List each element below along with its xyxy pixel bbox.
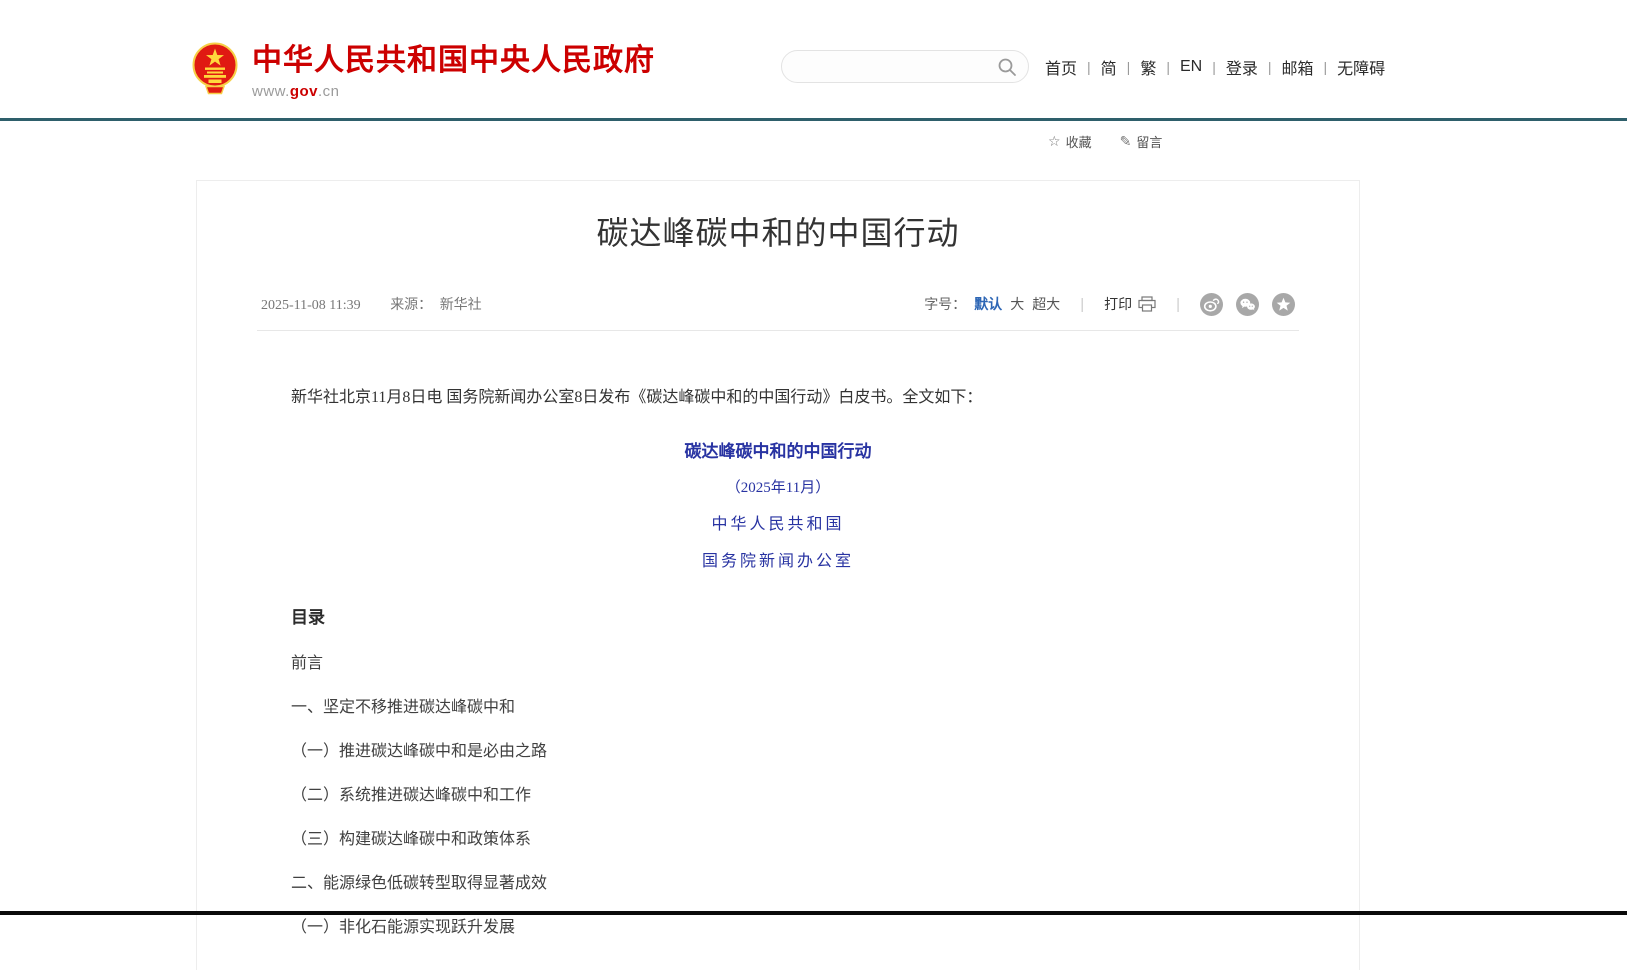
nav-separator: |: [1127, 59, 1131, 75]
toc-item-section2: 二、能源绿色低碳转型取得显著成效: [291, 875, 1265, 892]
page-title: 碳达峰碳中和的中国行动: [237, 213, 1319, 253]
header-divider-line: [0, 118, 1627, 121]
site-title: 中华人民共和国中央人民政府: [252, 44, 655, 78]
document-title: 碳达峰碳中和的中国行动: [291, 437, 1265, 462]
search-button[interactable]: [996, 56, 1018, 78]
nav-accessibility[interactable]: 无障碍: [1337, 55, 1385, 79]
toc-item-section1-3: （三）构建碳达峰碳中和政策体系: [291, 831, 1265, 848]
font-size-large-button[interactable]: 大: [1010, 294, 1024, 314]
comment-action[interactable]: ✎ 留言: [1120, 132, 1163, 151]
article-meta-left: 2025-11-08 11:39 来源： 新华社: [261, 294, 482, 314]
lead-paragraph: 新华社北京11月8日电 国务院新闻办公室8日发布《碳达峰碳中和的中国行动》白皮书…: [291, 387, 1265, 409]
document-heading-block: 碳达峰碳中和的中国行动 （2025年11月） 中华人民共和国 国务院新闻办公室: [291, 437, 1265, 571]
toc-item-preface: 前言: [291, 655, 1265, 672]
share-icons: [1200, 293, 1295, 316]
nav-english[interactable]: EN: [1180, 58, 1202, 76]
print-label: 打印: [1104, 294, 1132, 314]
viewport-bottom-edge: [0, 911, 1627, 915]
national-emblem-icon: [192, 40, 238, 98]
toc-item-section1: 一、坚定不移推进碳达峰碳中和: [291, 699, 1265, 716]
site-identity: 中华人民共和国中央人民政府 www.gov.cn: [252, 44, 655, 100]
wechat-share-icon[interactable]: [1236, 293, 1259, 316]
pencil-icon: ✎: [1120, 133, 1132, 150]
print-button[interactable]: 打印: [1104, 294, 1156, 314]
meta-separator: |: [1080, 296, 1084, 313]
toc-item-section2-1: （一）非化石能源实现跃升发展: [291, 919, 1265, 936]
document-org-line1: 中华人民共和国: [291, 510, 1265, 534]
toc-item-section1-1: （一）推进碳达峰碳中和是必由之路: [291, 743, 1265, 760]
publish-date: 2025-11-08 11:39: [261, 298, 361, 313]
document-date: （2025年11月）: [291, 476, 1265, 497]
font-size-label: 字号：: [924, 294, 966, 314]
favorite-action[interactable]: ☆ 收藏: [1048, 132, 1092, 151]
article-meta-right: 字号： 默认 大 超大 | 打印 |: [924, 293, 1295, 316]
site-url-gov: gov: [290, 83, 318, 100]
favorite-share-icon[interactable]: [1272, 293, 1295, 316]
nav-login[interactable]: 登录: [1226, 55, 1258, 79]
source-value: 新华社: [440, 298, 482, 313]
nav-separator: |: [1324, 59, 1328, 75]
top-nav: 首页 | 简 | 繁 | EN | 登录 | 邮箱 | 无障碍: [1045, 55, 1385, 79]
site-url: www.gov.cn: [252, 83, 655, 100]
comment-label: 留言: [1136, 132, 1162, 151]
font-size-default-button[interactable]: 默认: [974, 294, 1002, 314]
site-url-prefix: www.: [252, 83, 290, 100]
source-label: 来源：: [390, 298, 432, 313]
nav-traditional[interactable]: 繁: [1140, 55, 1156, 79]
meta-divider: [257, 330, 1299, 331]
article-meta-row: 2025-11-08 11:39 来源： 新华社 字号： 默认 大 超大 | 打…: [261, 293, 1295, 315]
toc-item-section1-2: （二）系统推进碳达峰碳中和工作: [291, 787, 1265, 804]
nav-mail[interactable]: 邮箱: [1282, 55, 1314, 79]
site-header: 中华人民共和国中央人民政府 www.gov.cn 首页 | 简 | 繁 | EN…: [0, 0, 1627, 118]
meta-separator: |: [1176, 296, 1180, 313]
search-box: [781, 50, 1029, 83]
document-org-line2: 国务院新闻办公室: [291, 547, 1265, 571]
nav-separator: |: [1212, 59, 1216, 75]
weibo-share-icon[interactable]: [1200, 293, 1223, 316]
page-actions: ☆ 收藏 ✎ 留言: [1048, 132, 1162, 151]
article-body: 新华社北京11月8日电 国务院新闻办公室8日发布《碳达峰碳中和的中国行动》白皮书…: [291, 387, 1265, 936]
nav-separator: |: [1268, 59, 1272, 75]
site-url-suffix: .cn: [318, 83, 340, 100]
star-outline-icon: ☆: [1048, 133, 1061, 150]
nav-simplified[interactable]: 简: [1101, 55, 1117, 79]
nav-separator: |: [1166, 59, 1170, 75]
search-input[interactable]: [798, 58, 996, 76]
search-icon: [997, 57, 1017, 77]
font-size-xlarge-button[interactable]: 超大: [1032, 294, 1060, 314]
nav-home[interactable]: 首页: [1045, 55, 1077, 79]
favorite-label: 收藏: [1066, 132, 1092, 151]
national-emblem-logo[interactable]: [192, 40, 238, 98]
nav-separator: |: [1087, 59, 1091, 75]
printer-icon: [1138, 296, 1156, 312]
article-card: 碳达峰碳中和的中国行动 2025-11-08 11:39 来源： 新华社 字号：…: [196, 180, 1360, 970]
toc-heading: 目录: [291, 603, 1265, 628]
